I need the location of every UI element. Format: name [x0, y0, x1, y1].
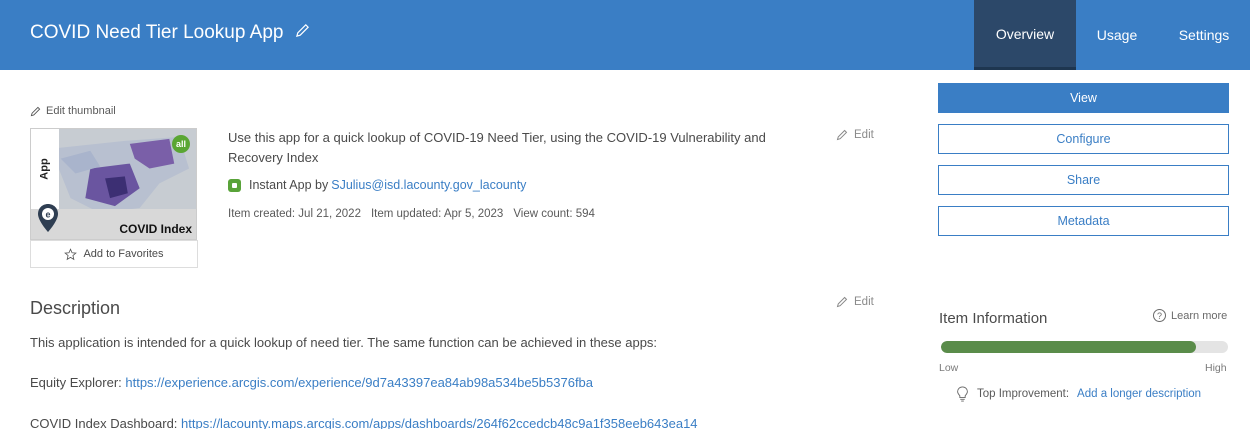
equity-explorer-link[interactable]: https://experience.arcgis.com/experience…	[125, 375, 593, 390]
learn-more-link[interactable]: ? Learn more	[1153, 309, 1227, 322]
share-button[interactable]: Share	[938, 165, 1229, 195]
help-icon: ?	[1153, 309, 1166, 322]
item-summary: Use this app for a quick lookup of COVID…	[228, 130, 766, 165]
add-description-link[interactable]: Add a longer description	[1077, 388, 1201, 400]
top-improvement: Top Improvement: Add a longer descriptio…	[956, 386, 1201, 402]
created-date: Item created: Jul 21, 2022	[228, 208, 361, 220]
instant-app-icon	[228, 178, 241, 192]
top-improvement-label: Top Improvement:	[977, 388, 1070, 400]
description-link-line: COVID Index Dashboard: https://lacounty.…	[30, 416, 698, 429]
edit-summary-link[interactable]: Edit	[836, 129, 874, 141]
tab-settings[interactable]: Settings	[1158, 0, 1250, 70]
map-pin-icon: e	[38, 204, 58, 232]
lightbulb-icon	[957, 386, 968, 402]
high-label: High	[1205, 362, 1227, 374]
star-icon	[64, 247, 78, 260]
tab-usage[interactable]: Usage	[1076, 0, 1158, 70]
nav-tabs: Overview Usage Settings	[974, 0, 1250, 70]
favorites-label: Add to Favorites	[83, 248, 164, 260]
item-type-line: Instant App by SJulius@isd.lacounty.gov_…	[228, 178, 526, 192]
tab-overview[interactable]: Overview	[974, 0, 1076, 70]
updated-date: Item updated: Apr 5, 2023	[370, 208, 504, 220]
description-link-line: Equity Explorer: https://experience.arcg…	[30, 375, 593, 390]
covid-dashboard-link[interactable]: https://lacounty.maps.arcgis.com/apps/da…	[181, 416, 698, 429]
pencil-icon	[836, 296, 848, 308]
view-button[interactable]: View	[938, 83, 1229, 113]
edit-summary-label: Edit	[854, 129, 874, 141]
item-title: COVID Need Tier Lookup App	[30, 22, 310, 44]
edit-title-icon[interactable]	[295, 22, 310, 44]
thumbnail-caption: COVID Index	[119, 222, 192, 236]
view-count: View count: 594	[513, 208, 595, 220]
edit-description-link[interactable]: Edit	[836, 296, 874, 308]
pencil-icon	[836, 129, 848, 141]
edit-thumbnail-label: Edit thumbnail	[46, 105, 116, 117]
description-heading: Description	[30, 298, 121, 318]
all-badge: all	[172, 135, 190, 153]
edit-description-label: Edit	[854, 296, 874, 308]
low-label: Low	[939, 362, 959, 374]
item-information-heading: Item Information	[939, 310, 1048, 327]
app-header: COVID Need Tier Lookup App Overview Usag…	[0, 0, 1250, 70]
svg-text:e: e	[45, 210, 50, 220]
item-thumbnail: App all e COVID Index	[30, 128, 197, 240]
app-side-label: App	[31, 129, 59, 209]
add-to-favorites-button[interactable]: Add to Favorites	[30, 240, 198, 268]
link-label: Equity Explorer:	[30, 375, 126, 390]
pencil-icon	[30, 106, 41, 116]
link-label: COVID Index Dashboard:	[30, 416, 182, 429]
item-info-progress-bar	[941, 341, 1228, 353]
learn-more-label: Learn more	[1171, 309, 1228, 322]
item-title-text: COVID Need Tier Lookup App	[30, 22, 284, 43]
owner-link[interactable]: SJulius@isd.lacounty.gov_lacounty	[331, 178, 526, 192]
configure-button[interactable]: Configure	[938, 124, 1229, 154]
description-intro: This application is intended for a quick…	[30, 335, 658, 350]
metadata-button[interactable]: Metadata	[938, 206, 1229, 236]
item-metadata: Item created: Jul 21, 2022 Item updated:…	[228, 208, 595, 220]
item-type-text: Instant App by	[249, 178, 329, 192]
progress-fill	[941, 341, 1197, 353]
edit-thumbnail-link[interactable]: Edit thumbnail	[30, 105, 116, 117]
